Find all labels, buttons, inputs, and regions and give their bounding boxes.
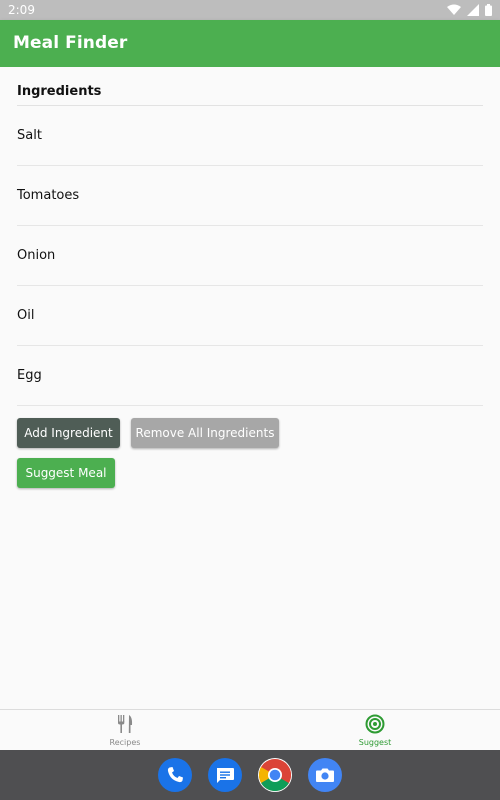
system-taskbar [0,750,500,800]
status-icons [447,3,492,17]
main-content: Ingredients Salt Tomatoes Onion Oil Egg … [0,67,500,709]
suggest-meal-button[interactable]: Suggest Meal [17,458,115,488]
app-title: Meal Finder [13,33,128,53]
camera-icon [316,768,334,782]
ingredient-row[interactable]: Onion [17,226,483,286]
camera-app[interactable] [308,758,342,792]
messages-icon [217,768,234,783]
chrome-icon [258,759,292,792]
ingredient-row[interactable]: Egg [17,346,483,406]
target-icon [365,714,385,734]
remove-all-ingredients-button[interactable]: Remove All Ingredients [131,418,279,448]
status-bar: 2:09 [0,0,500,20]
battery-icon [485,4,492,16]
nav-label-recipes: Recipes [109,738,141,747]
ingredient-name: Oil [17,308,35,323]
messages-app[interactable] [208,758,242,792]
add-ingredient-button[interactable]: Add Ingredient [17,418,120,448]
ingredients-heading: Ingredients [17,84,102,99]
ingredient-name: Tomatoes [17,188,80,203]
wifi-icon [447,4,461,15]
nav-item-suggest[interactable]: Suggest [345,710,405,751]
ingredient-row[interactable]: Tomatoes [17,166,483,226]
ingredient-row[interactable]: Salt [17,106,483,166]
app-bar: Meal Finder [0,20,500,67]
nav-item-recipes[interactable]: Recipes [95,710,155,751]
chrome-app[interactable] [258,758,292,792]
status-time: 2:09 [8,3,35,17]
fork-knife-icon [118,715,133,733]
ingredient-list: Salt Tomatoes Onion Oil Egg [17,106,483,406]
phone-app[interactable] [158,758,192,792]
phone-icon [167,767,183,783]
ingredient-row[interactable]: Oil [17,286,483,346]
ingredient-name: Egg [17,368,42,383]
bottom-navigation: Recipes Suggest [0,709,500,751]
ingredient-name: Onion [17,248,56,263]
signal-icon [467,4,479,16]
nav-label-suggest: Suggest [358,738,392,747]
ingredient-name: Salt [17,128,42,143]
